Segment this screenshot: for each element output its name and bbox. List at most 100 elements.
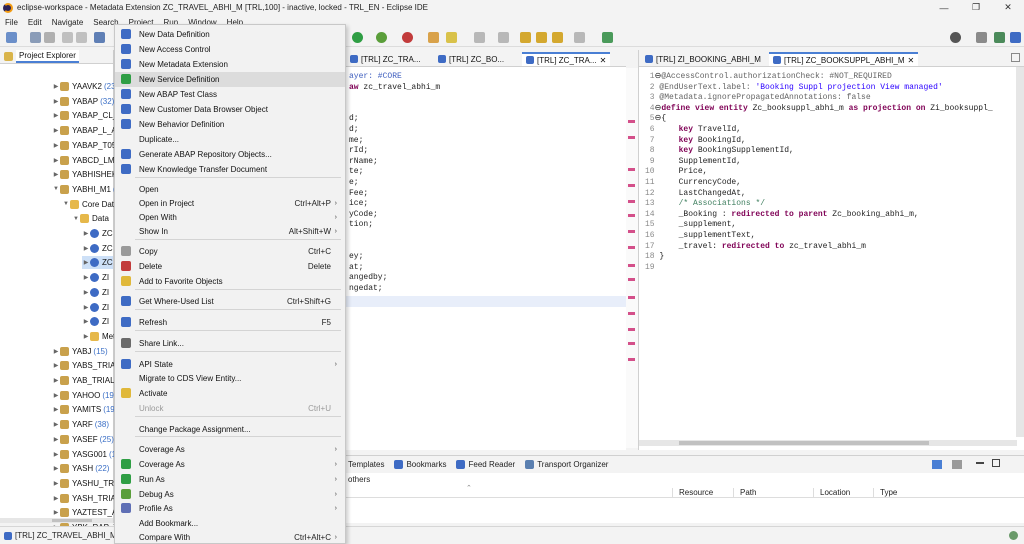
change-marker[interactable] [628, 342, 635, 345]
menu-item-compare-with[interactable]: Compare With Ctrl+Alt+C › [115, 530, 345, 544]
menu-item-new-customer-data-browser-object[interactable]: New Customer Data Browser Object [115, 102, 345, 117]
view-menu-icon[interactable] [952, 460, 962, 469]
tree-expand-icon[interactable]: ▼ [72, 216, 80, 222]
tree-item[interactable]: ▼ Data [72, 212, 109, 225]
external-tools-icon[interactable] [402, 32, 413, 43]
next-annotation-icon[interactable] [474, 32, 485, 43]
forward-icon[interactable] [574, 32, 585, 43]
menu-item-delete[interactable]: Delete Delete [115, 259, 345, 274]
change-marker[interactable] [628, 184, 635, 187]
close-tab-icon[interactable]: ✕ [600, 56, 607, 65]
menu-item-migrate-to-cds-view-entity[interactable]: Migrate to CDS View Entity... [115, 371, 345, 386]
tab-transport-organizer[interactable]: Transport Organizer [525, 460, 608, 469]
tree-expand-icon[interactable]: ▶ [52, 495, 60, 502]
editor-tab-zc-travel-2[interactable]: [TRL] ZC_TRA... ✕ [522, 52, 611, 66]
tab-feed-reader[interactable]: Feed Reader [456, 460, 515, 469]
tree-expand-icon[interactable]: ▶ [52, 406, 60, 413]
tree-item[interactable]: ▶ YABAP (32) [52, 95, 114, 108]
change-marker[interactable] [628, 168, 635, 171]
menu-item-new-behavior-definition[interactable]: New Behavior Definition [115, 117, 345, 132]
save-icon[interactable] [30, 32, 41, 43]
explorer-hscroll-thumb[interactable] [52, 519, 92, 522]
editor-tab-zi-booking[interactable]: [TRL] ZI_BOOKING_ABHI_M [641, 52, 765, 66]
tree-item[interactable]: ▶ ZI [82, 286, 109, 299]
explorer-hscroll[interactable] [0, 518, 113, 523]
tree-expand-icon[interactable]: ▶ [82, 289, 90, 296]
overview-ruler[interactable] [626, 68, 638, 448]
close-button[interactable]: ✕ [992, 0, 1024, 15]
menu-item-refresh[interactable]: Refresh F5 [115, 315, 345, 330]
tree-item[interactable]: ▶ YASG001 (1 [52, 448, 116, 461]
menu-item-debug-as[interactable]: Debug As › [115, 487, 345, 502]
menu-item-open[interactable]: Open [115, 182, 345, 197]
editor-right-code[interactable]: 1⊖@AccessControl.authorizationCheck: #NO… [639, 67, 1024, 273]
change-marker[interactable] [628, 120, 635, 123]
tree-item[interactable]: ▶ YABHISHEK [52, 168, 117, 181]
run-icon[interactable] [352, 32, 363, 43]
menu-item-activate[interactable]: Activate [115, 386, 345, 401]
tree-expand-icon[interactable]: ▶ [82, 333, 90, 340]
tree-expand-icon[interactable]: ▶ [82, 230, 90, 237]
tree-expand-icon[interactable]: ▶ [82, 245, 90, 252]
editor-right-vscroll[interactable] [1016, 67, 1024, 437]
menu-item-coverage-as[interactable]: Coverage As › [115, 442, 345, 457]
tree-item[interactable]: ▶ YABS_TRIAL [52, 359, 120, 372]
abap-perspective-icon[interactable] [994, 32, 1005, 43]
back-icon[interactable] [552, 32, 563, 43]
menu-item-change-package-assignment[interactable]: Change Package Assignment... [115, 422, 345, 437]
column-location[interactable]: Location [813, 488, 850, 497]
tree-item[interactable]: ▶ YASHU_TRIA [52, 477, 122, 490]
tree-expand-icon[interactable]: ▶ [52, 142, 60, 149]
project-explorer-tab[interactable]: Project Explorer [0, 50, 113, 64]
tree-expand-icon[interactable]: ▶ [82, 259, 90, 266]
progress-icon[interactable] [1009, 531, 1018, 540]
tree-item[interactable]: ▶ YAAVK2 (23 [52, 80, 116, 93]
menu-item-show-in[interactable]: Show In Alt+Shift+W › [115, 224, 345, 239]
editor-right-hscroll-thumb[interactable] [679, 441, 929, 445]
perspective-icon[interactable] [976, 32, 987, 43]
tree-expand-icon[interactable]: ▶ [82, 274, 90, 281]
tree-item[interactable]: ▶ YABAP_L_A [52, 124, 117, 137]
column-resource[interactable]: Resource [672, 488, 713, 497]
tree-item[interactable]: ▶ YASH (22) [52, 462, 109, 475]
column-path[interactable]: Path [733, 488, 756, 497]
tree-expand-icon[interactable]: ▶ [52, 362, 60, 369]
menu-item-new-knowledge-transfer-document[interactable]: New Knowledge Transfer Document [115, 162, 345, 177]
tree-expand-icon[interactable]: ▶ [52, 480, 60, 487]
editor-tab-zc-travel-1[interactable]: [TRL] ZC_TRA... [346, 52, 425, 66]
search-icon[interactable] [950, 32, 961, 43]
tree-expand-icon[interactable]: ▶ [52, 171, 60, 178]
tree-item[interactable]: ▶ ZI [82, 301, 109, 314]
menu-item-profile-as[interactable]: Profile As › [115, 501, 345, 516]
menu-item-generate-abap-repository-objects[interactable]: Generate ABAP Repository Objects... [115, 147, 345, 162]
tree-item[interactable]: ▶ YABAP_CL_ [52, 109, 117, 122]
menu-item-api-state[interactable]: API State › [115, 357, 345, 372]
tree-item[interactable]: ▶ ZI [82, 271, 109, 284]
menu-item-add-bookmark[interactable]: Add Bookmark... [115, 516, 345, 531]
tree-expand-icon[interactable]: ▼ [52, 186, 60, 192]
tree-item[interactable]: ▶ ZC [82, 256, 113, 270]
menu-item-open-with[interactable]: Open With › [115, 210, 345, 225]
menu-item-open-in-project[interactable]: Open in Project Ctrl+Alt+P › [115, 196, 345, 211]
change-marker[interactable] [628, 200, 635, 203]
menu-item-new-service-definition[interactable]: New Service Definition [115, 72, 345, 87]
tree-expand-icon[interactable]: ▼ [62, 201, 70, 207]
change-marker[interactable] [628, 246, 635, 249]
tree-expand-icon[interactable]: ▶ [52, 392, 60, 399]
redo-icon[interactable] [76, 32, 87, 43]
forward-edit-icon[interactable] [536, 32, 547, 43]
tree-expand-icon[interactable]: ▶ [52, 465, 60, 472]
change-marker[interactable] [628, 328, 635, 331]
tree-expand-icon[interactable]: ▶ [52, 157, 60, 164]
pen-icon[interactable] [446, 32, 457, 43]
close-tab-icon[interactable]: ✕ [907, 56, 914, 65]
menu-item-get-where-used-list[interactable]: Get Where-Used List Ctrl+Shift+G [115, 294, 345, 309]
change-marker[interactable] [628, 136, 635, 139]
tree-expand-icon[interactable]: ▶ [82, 318, 90, 325]
tree-expand-icon[interactable]: ▶ [52, 421, 60, 428]
editor-tab-zc-booking[interactable]: [TRL] ZC_BO... [434, 52, 508, 66]
menu-item-new-abap-test-class[interactable]: New ABAP Test Class [115, 87, 345, 102]
maximize-editor-icon[interactable] [1011, 53, 1020, 62]
column-type[interactable]: Type [873, 488, 897, 497]
maximize-button[interactable]: ❐ [960, 0, 992, 15]
